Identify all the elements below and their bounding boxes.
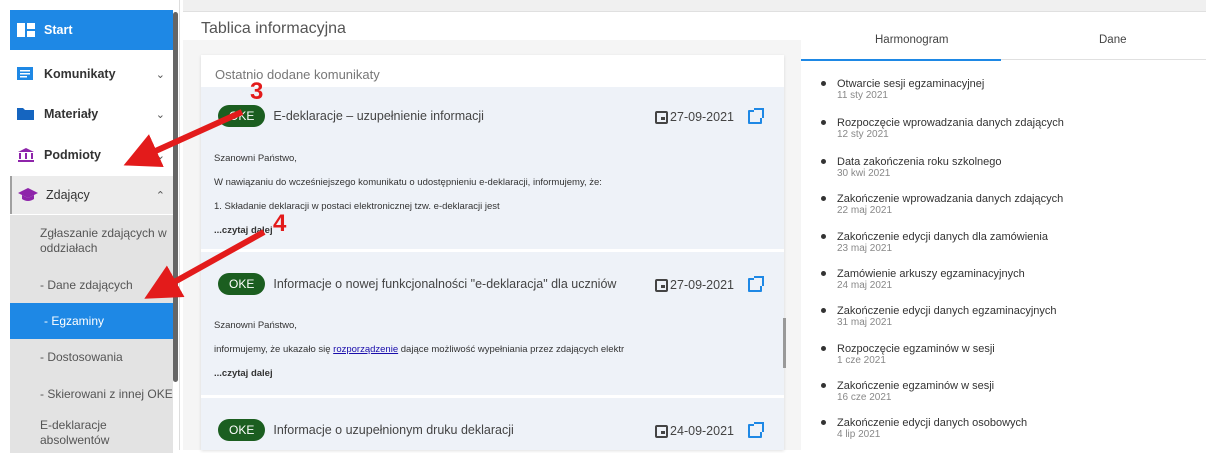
arrow-3 — [123, 109, 244, 168]
arrow-4 — [144, 229, 266, 299]
annotation-arrows — [123, 109, 266, 299]
annotation-4: 4 — [273, 210, 287, 237]
annotation-3: 3 — [250, 78, 264, 105]
